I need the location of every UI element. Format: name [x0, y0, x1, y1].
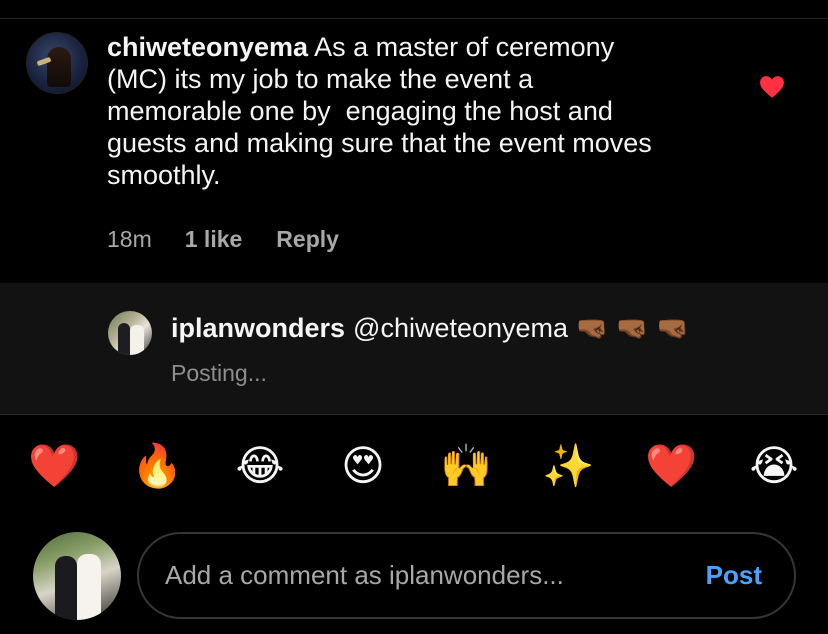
post-button[interactable]: Post: [706, 534, 762, 617]
fist-bump-emoji: 🤜🏾: [656, 313, 690, 343]
avatar-groom: [55, 556, 77, 620]
posting-status: Posting...: [171, 360, 267, 386]
comment-body: chiweteonyema As a master of ceremony (M…: [107, 31, 717, 191]
comment-composer: Post: [137, 532, 796, 619]
reply-username[interactable]: iplanwonders: [171, 312, 345, 344]
emoji-red-heart-button[interactable]: ❤️: [645, 440, 697, 492]
fist-bump-emoji: 🤜🏾: [576, 313, 609, 343]
emoji-fire-button[interactable]: 🔥: [131, 440, 183, 492]
current-user-avatar[interactable]: [33, 532, 121, 620]
emoji-loudly-crying-button[interactable]: 😭: [748, 440, 800, 492]
reply-body: iplanwonders @chiweteonyema 🤜🏾 🤜🏾 🤜🏾: [171, 312, 689, 344]
heart-icon: [760, 76, 784, 98]
comment-timestamp: 18m: [107, 226, 152, 252]
emoji-sparkles-button[interactable]: ✨: [542, 440, 594, 492]
comment-input[interactable]: [165, 534, 665, 617]
avatar-figure: [47, 47, 71, 87]
reply-button[interactable]: Reply: [276, 226, 339, 253]
emoji-red-heart-button[interactable]: ❤️: [28, 440, 80, 492]
reply-mention[interactable]: @chiweteonyema: [353, 312, 568, 344]
emoji-heart-eyes-button[interactable]: 😍: [337, 440, 389, 492]
reply-avatar[interactable]: [108, 311, 152, 355]
comment-likes[interactable]: 1 like: [185, 226, 243, 253]
avatar-groom: [118, 323, 130, 355]
emoji-quick-bar: ❤️ 🔥 😂 😍 🙌 ✨ ❤️ 😭: [0, 440, 828, 500]
emoji-tears-of-joy-button[interactable]: 😂: [234, 440, 286, 492]
avatar-bride: [130, 325, 144, 355]
like-button[interactable]: [758, 74, 786, 100]
comment-username[interactable]: chiweteonyema: [107, 32, 308, 62]
emoji-raising-hands-button[interactable]: 🙌: [440, 440, 492, 492]
avatar-bride: [77, 554, 101, 620]
comment-meta: 18m 1 like Reply: [107, 226, 339, 253]
fist-bump-emoji: 🤜🏾: [616, 313, 649, 343]
commenter-avatar[interactable]: [26, 32, 88, 94]
divider: [0, 414, 828, 415]
